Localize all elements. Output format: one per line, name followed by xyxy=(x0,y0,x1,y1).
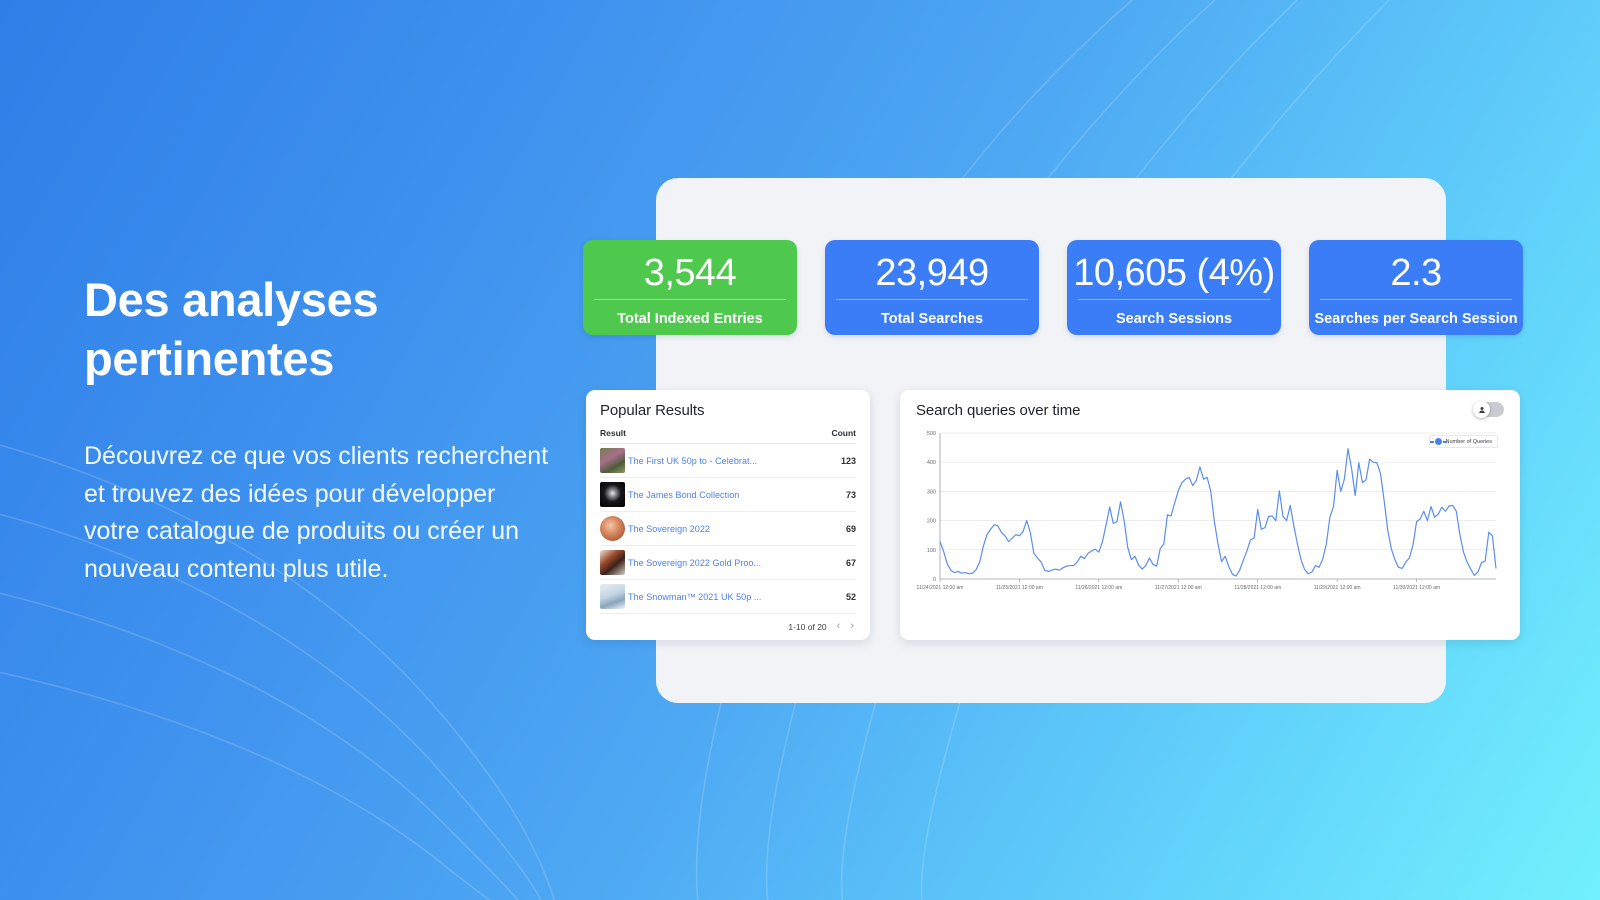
svg-text:300: 300 xyxy=(927,489,936,495)
stat-label: Search Sessions xyxy=(1115,311,1233,327)
popular-results-card: Popular Results Result Count The First U… xyxy=(586,390,870,640)
page-title: Des analyses pertinentes xyxy=(84,273,379,385)
result-thumbnail xyxy=(600,516,625,541)
stat-label: Total Indexed Entries xyxy=(617,311,763,327)
stat-divider xyxy=(1078,299,1270,300)
result-count: 52 xyxy=(820,579,856,614)
result-count: 69 xyxy=(820,511,856,546)
svg-text:0: 0 xyxy=(933,577,936,583)
stat-card-search-sessions[interactable]: 10,605 (4%) Search Sessions xyxy=(1067,240,1281,335)
pagination-range: 1-10 of 20 xyxy=(788,621,827,632)
result-title-link[interactable]: The First UK 50p to - Celebrat... xyxy=(628,443,821,478)
stat-value: 23,949 xyxy=(875,252,989,294)
person-icon xyxy=(1478,406,1485,413)
svg-text:11/27/2021 12:00 am: 11/27/2021 12:00 am xyxy=(1155,585,1202,591)
result-count: 67 xyxy=(820,545,856,580)
table-row[interactable]: The Sovereign 2022 Gold Proo... 67 xyxy=(600,545,856,580)
chart-title: Search queries over time xyxy=(916,402,1081,419)
column-header-result: Result xyxy=(600,428,821,444)
svg-text:11/24/2021 12:00 am: 11/24/2021 12:00 am xyxy=(917,585,964,591)
stat-value: 2.3 xyxy=(1390,252,1442,294)
svg-text:11/30/2021 12:00 am: 11/30/2021 12:00 am xyxy=(1393,585,1440,591)
result-thumbnail xyxy=(600,584,625,609)
table-header-row: Result Count xyxy=(600,428,856,444)
column-header-count: Count xyxy=(820,428,856,444)
stat-label: Total Searches xyxy=(880,311,984,327)
toggle-knob xyxy=(1473,401,1490,418)
stat-card-total-searches[interactable]: 23,949 Total Searches xyxy=(825,240,1039,335)
table-row[interactable]: The First UK 50p to - Celebrat... 123 xyxy=(600,443,856,478)
result-thumbnail xyxy=(600,550,625,575)
result-count: 123 xyxy=(820,443,856,478)
chart-legend[interactable]: Number of Queries xyxy=(1428,435,1498,448)
popular-results-title: Popular Results xyxy=(600,402,705,419)
stat-divider xyxy=(1320,299,1512,300)
search-queries-chart-card: Search queries over time 0 100 200 300 400 50… xyxy=(900,390,1520,640)
legend-label: Number of Queries xyxy=(1445,438,1492,445)
svg-text:400: 400 xyxy=(927,460,936,466)
stat-divider xyxy=(594,299,786,300)
legend-marker-icon xyxy=(1429,438,1447,445)
line-chart: 0 100 200 300 400 500 11/24/2021 12:00 am 11/25… xyxy=(917,431,1497,591)
svg-text:11/28/2021 12:00 am: 11/28/2021 12:00 am xyxy=(1234,585,1281,591)
result-thumbnail xyxy=(600,482,625,507)
stat-divider xyxy=(836,299,1028,300)
svg-text:11/25/2021 12:00 am: 11/25/2021 12:00 am xyxy=(996,585,1043,591)
chart-header: Search queries over time xyxy=(916,401,1504,419)
popular-results-table: Result Count The First UK 50p to - Celeb… xyxy=(600,428,856,614)
stat-label: Searches per Search Session xyxy=(1314,311,1518,327)
chart-plot-area: 0 100 200 300 400 500 11/24/2021 12:00 am 11/25… xyxy=(916,427,1504,602)
table-row[interactable]: The Snowman™ 2021 UK 50p ... 52 xyxy=(600,579,856,614)
svg-text:500: 500 xyxy=(927,431,936,437)
chevron-right-icon[interactable]: › xyxy=(850,621,854,632)
stat-value: 10,605 (4%) xyxy=(1073,252,1275,294)
result-title-link[interactable]: The Snowman™ 2021 UK 50p ... xyxy=(628,579,821,614)
svg-text:11/26/2021 12:00 am: 11/26/2021 12:00 am xyxy=(1075,585,1122,591)
result-count: 73 xyxy=(820,477,856,512)
hero-copy: Des analyses pertinentes Découvrez ce qu… xyxy=(84,270,554,588)
result-thumbnail xyxy=(600,448,625,473)
result-title-link[interactable]: The James Bond Collection xyxy=(628,477,821,512)
svg-text:11/29/2021 12:00 am: 11/29/2021 12:00 am xyxy=(1314,585,1361,591)
page-root: Des analyses pertinentes Découvrez ce qu… xyxy=(0,0,1600,900)
stat-card-row: 3,544 Total Indexed Entries 23,949 Total… xyxy=(583,240,1523,335)
chevron-left-icon[interactable]: ‹ xyxy=(837,621,841,632)
table-row[interactable]: The James Bond Collection 73 xyxy=(600,477,856,512)
stat-card-total-indexed-entries[interactable]: 3,544 Total Indexed Entries xyxy=(583,240,797,335)
stat-value: 3,544 xyxy=(643,252,737,294)
stat-card-searches-per-search-session[interactable]: 2.3 Searches per Search Session xyxy=(1309,240,1523,335)
result-title-link[interactable]: The Sovereign 2022 Gold Proo... xyxy=(628,545,821,580)
svg-text:200: 200 xyxy=(927,519,936,525)
svg-text:100: 100 xyxy=(927,548,936,554)
hero-description: Découvrez ce que vos clients recherchent… xyxy=(84,442,549,583)
chart-mode-toggle[interactable] xyxy=(1473,401,1504,418)
pagination: 1-10 of 20 ‹ › xyxy=(600,614,856,632)
table-row[interactable]: The Sovereign 2022 69 xyxy=(600,511,856,546)
result-title-link[interactable]: The Sovereign 2022 xyxy=(628,511,821,546)
